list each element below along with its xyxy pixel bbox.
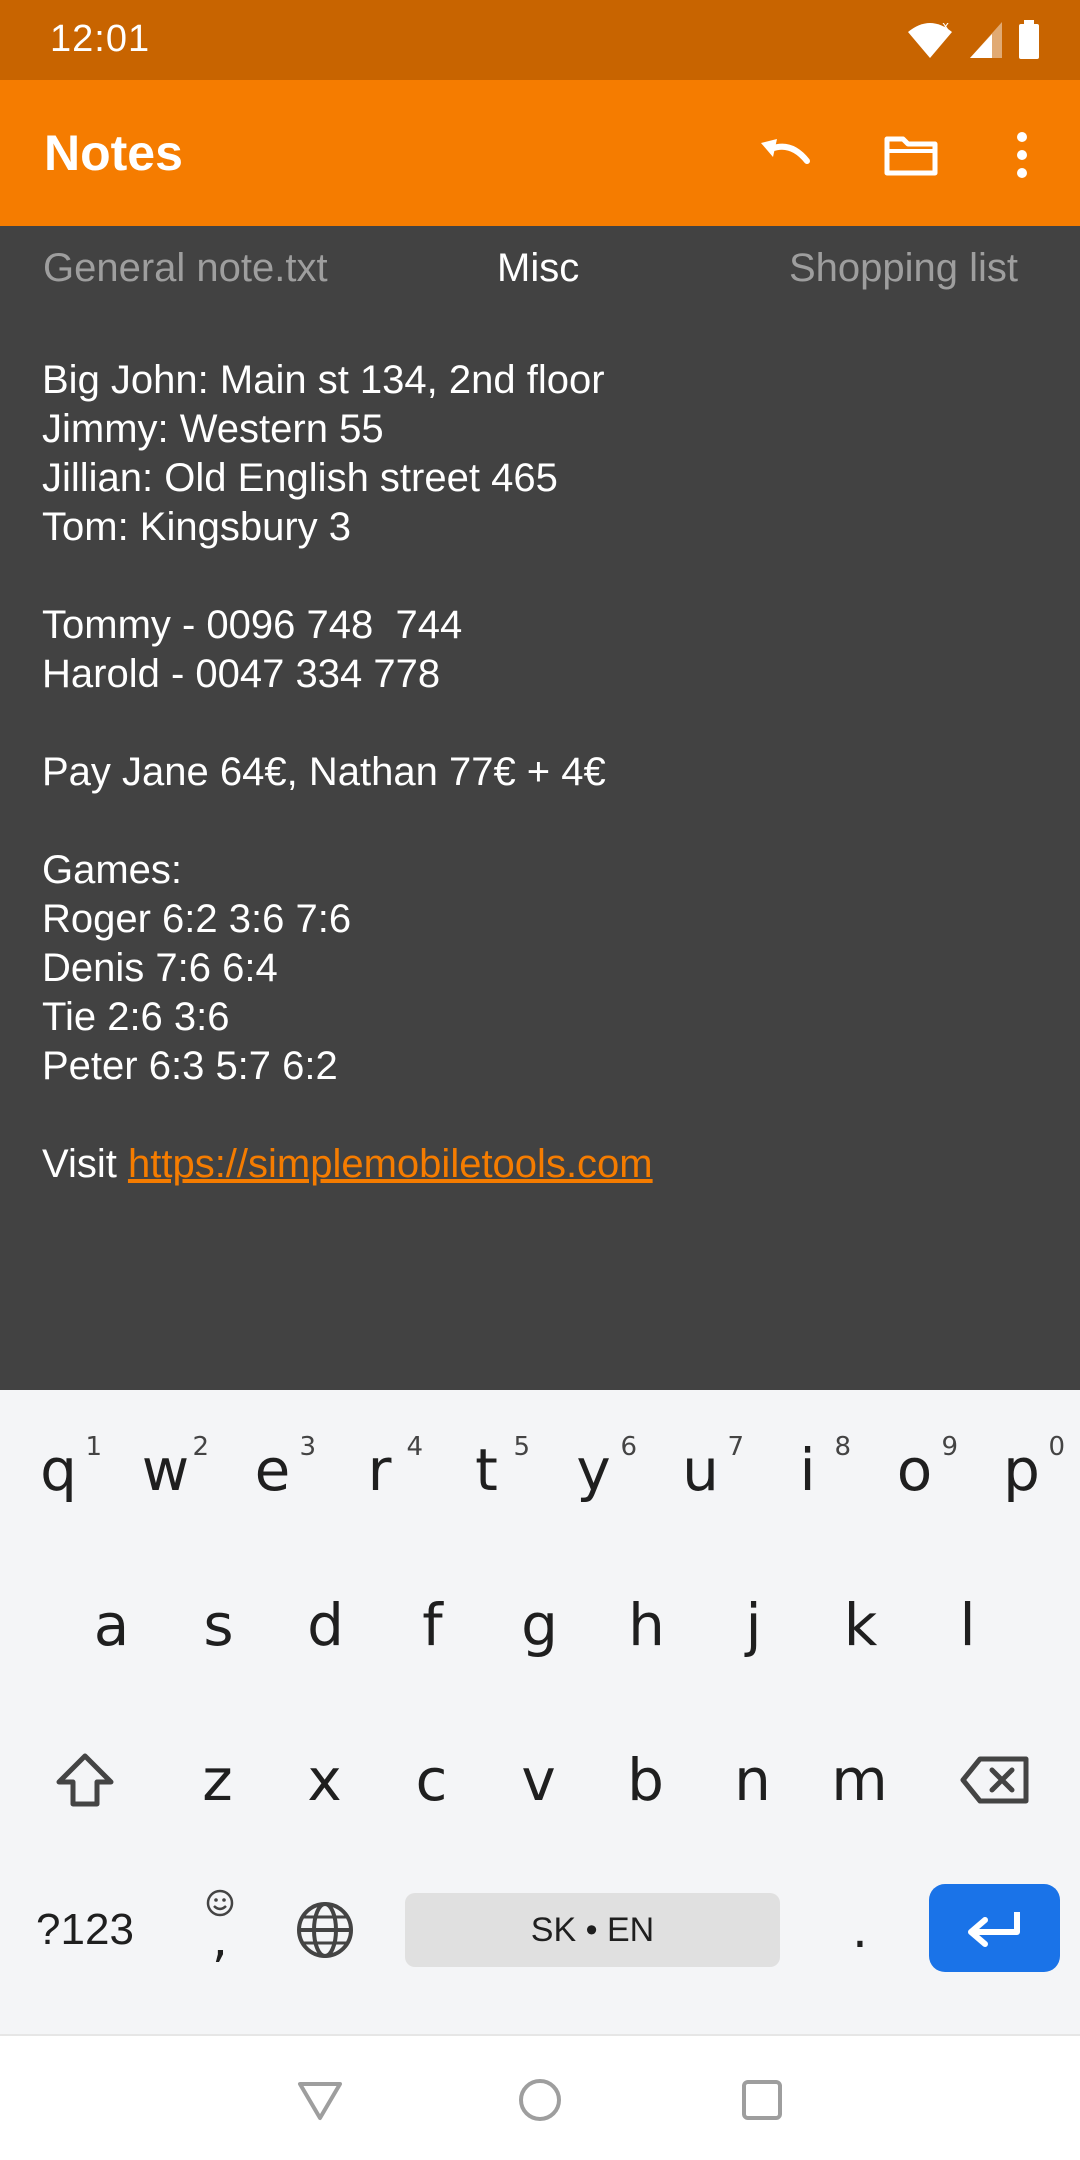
soft-keyboard: q1w2e3r4t5y6u7i8o9p0 asdfghjkl zxcvbnm ?… — [0, 1390, 1080, 2034]
keyboard-row-2: asdfghjkl — [0, 1545, 1080, 1700]
key-z[interactable]: z — [164, 1720, 271, 1840]
keyboard-row-3: zxcvbnm — [0, 1700, 1080, 1855]
key-h[interactable]: h — [593, 1565, 700, 1685]
home-circle-icon — [519, 2079, 561, 2121]
undo-icon — [761, 139, 810, 164]
note-line — [42, 552, 1042, 601]
globe-icon — [297, 1902, 353, 1958]
note-tabs: General note.txt Misc Shopping list — [0, 226, 1080, 316]
folder-icon — [884, 136, 938, 176]
enter-key[interactable] — [929, 1884, 1060, 1972]
key-l[interactable]: l — [914, 1565, 1021, 1685]
key-b[interactable]: b — [592, 1720, 699, 1840]
home-button[interactable] — [510, 2070, 570, 2130]
comma-label: , — [212, 1910, 228, 1968]
note-line-link: Visit https://simplemobiletools.com — [42, 1140, 1042, 1189]
key-f[interactable]: f — [379, 1565, 486, 1685]
note-line: Games: — [42, 848, 183, 892]
keyboard-row-4: ?123 , SK • EN . — [0, 1390, 1080, 1972]
back-button[interactable] — [290, 2070, 350, 2130]
back-triangle-icon — [298, 2082, 342, 2120]
navigation-bar — [0, 2034, 1080, 2160]
open-folder-button[interactable] — [876, 120, 946, 190]
backspace-icon — [960, 1756, 1029, 1804]
note-line: Pay Jane 64€, Nathan 77€ + 4€ — [42, 750, 606, 794]
note-line — [42, 797, 1042, 846]
shift-icon — [56, 1753, 114, 1807]
note-line: Tommy - 0096 748 744 — [42, 603, 463, 647]
key-k[interactable]: k — [807, 1565, 914, 1685]
recents-square-icon — [742, 2080, 782, 2120]
language-key[interactable] — [285, 1880, 365, 1980]
status-bar: 12:01 x — [0, 0, 1080, 80]
more-vert-icon — [1017, 132, 1027, 178]
backspace-key[interactable] — [940, 1730, 1050, 1830]
note-line: Tom: Kingsbury 3 — [42, 505, 352, 549]
note-line: Big John: Main st 134, 2nd floor — [42, 358, 605, 402]
key-j[interactable]: j — [700, 1565, 807, 1685]
wifi-icon: x — [908, 20, 952, 58]
comma-emoji-key[interactable]: , — [180, 1880, 260, 1980]
note-line: Roger 6:2 3:6 7:6 — [42, 897, 352, 941]
key-n[interactable]: n — [699, 1720, 806, 1840]
note-line — [42, 1091, 1042, 1140]
note-editor-area: General note.txt Misc Shopping list Big … — [0, 226, 1080, 1390]
note-line: Tie 2:6 3:6 — [42, 995, 230, 1039]
svg-text:x: x — [942, 20, 949, 33]
signal-icon — [970, 22, 1002, 58]
key-c[interactable]: c — [378, 1720, 485, 1840]
symbols-key[interactable]: ?123 — [20, 1880, 150, 1980]
shift-key[interactable] — [30, 1730, 140, 1830]
note-line: Denis 7:6 6:4 — [42, 946, 278, 990]
note-line: Peter 6:3 5:7 6:2 — [42, 1044, 338, 1088]
more-options-button[interactable] — [987, 120, 1057, 190]
app-bar: Notes — [0, 80, 1080, 226]
key-v[interactable]: v — [485, 1720, 592, 1840]
recents-button[interactable] — [732, 2070, 792, 2130]
period-key[interactable]: . — [820, 1880, 900, 1980]
key-d[interactable]: d — [272, 1565, 379, 1685]
key-s[interactable]: s — [165, 1565, 272, 1685]
tab-general-note[interactable]: General note.txt — [43, 246, 328, 291]
battery-icon — [1019, 20, 1039, 59]
status-icons: x — [906, 18, 1040, 62]
note-line: Harold - 0047 334 778 — [42, 652, 441, 696]
note-line — [42, 699, 1042, 748]
app-title: Notes — [44, 125, 183, 181]
emoji-icon — [206, 1889, 234, 1917]
enter-icon — [967, 1912, 1020, 1947]
note-text-field[interactable]: Big John: Main st 134, 2nd floor Jimmy: … — [42, 356, 1042, 1189]
link-prefix: Visit — [42, 1142, 128, 1186]
key-m[interactable]: m — [806, 1720, 913, 1840]
undo-button[interactable] — [750, 120, 820, 190]
tab-shopping-list[interactable]: Shopping list — [789, 246, 1018, 291]
website-link[interactable]: https://simplemobiletools.com — [128, 1142, 653, 1186]
tab-misc[interactable]: Misc — [497, 246, 579, 291]
note-line: Jimmy: Western 55 — [42, 407, 384, 451]
space-key[interactable]: SK • EN — [405, 1893, 780, 1967]
status-time: 12:01 — [50, 18, 151, 60]
note-line: Jillian: Old English street 465 — [42, 456, 558, 500]
key-g[interactable]: g — [486, 1565, 593, 1685]
key-x[interactable]: x — [271, 1720, 378, 1840]
key-a[interactable]: a — [58, 1565, 165, 1685]
